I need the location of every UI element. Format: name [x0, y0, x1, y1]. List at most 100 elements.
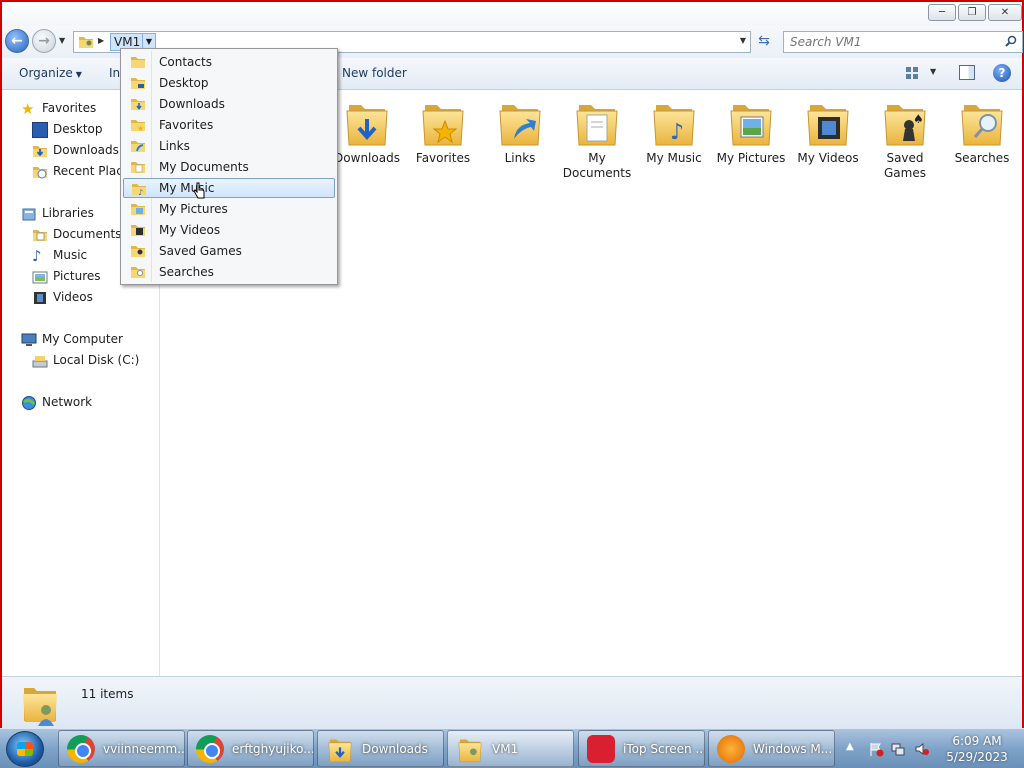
breadcrumb-separator-icon[interactable]: ▶: [98, 36, 104, 45]
nav-item-documents[interactable]: Documents: [32, 225, 121, 244]
back-button[interactable]: ←: [5, 29, 29, 53]
recent-pages-dropdown-icon[interactable]: ▼: [59, 36, 69, 46]
searches-folder-icon: [958, 97, 1006, 147]
network-status-icon[interactable]: [890, 741, 906, 757]
breadcrumb-dropdown-menu: Contacts Desktop Downloads ★ Favorites Li…: [120, 48, 338, 285]
documents-folder-icon: [130, 159, 146, 175]
menu-item-links[interactable]: Links: [123, 136, 335, 156]
preview-pane-icon[interactable]: [959, 65, 975, 80]
svg-text:♠: ♠: [913, 112, 924, 126]
music-folder-icon: ♪: [131, 181, 147, 197]
taskbar-button-windows-media[interactable]: Windows M...: [708, 730, 835, 767]
nav-item-label: Documents: [53, 227, 122, 241]
user-folder-icon: [456, 735, 484, 763]
menu-item-contacts[interactable]: Contacts: [123, 52, 335, 72]
folder-tile-my-videos[interactable]: My Videos: [790, 91, 866, 166]
music-note-icon: ♪: [32, 246, 42, 265]
organize-button[interactable]: Organize ▼: [19, 66, 82, 80]
folder-tile-my-documents[interactable]: My Documents: [559, 91, 635, 181]
search-box[interactable]: [783, 31, 1023, 53]
taskbar-button-chrome-1[interactable]: vviinneemm...: [58, 730, 185, 767]
folder-tile-favorites[interactable]: Favorites: [405, 91, 481, 166]
media-player-icon: [717, 734, 745, 763]
views-dropdown-icon[interactable]: ▼: [930, 67, 936, 76]
menu-item-my-documents[interactable]: My Documents: [123, 157, 335, 177]
nav-favorites-label: Favorites: [42, 101, 97, 115]
nav-item-local-disk[interactable]: Local Disk (C:): [32, 351, 139, 370]
nav-item-desktop[interactable]: Desktop: [32, 120, 103, 139]
taskbar-button-itop-screen[interactable]: iTop Screen ...: [578, 730, 705, 767]
forward-arrow-icon: →: [38, 33, 50, 49]
nav-item-downloads[interactable]: Downloads: [32, 141, 119, 160]
new-folder-button[interactable]: New folder: [342, 66, 407, 80]
folder-tile-downloads[interactable]: Downloads: [329, 91, 405, 166]
clock-date: 5/29/2023: [946, 750, 1008, 764]
nav-libraries-label: Libraries: [42, 206, 94, 220]
folder-tile-saved-games[interactable]: ♠ Saved Games: [867, 91, 943, 181]
menu-item-my-music[interactable]: ♪ My Music: [123, 178, 335, 198]
nav-libraries[interactable]: Libraries: [21, 204, 94, 223]
menu-item-label: Desktop: [159, 76, 209, 90]
search-input[interactable]: [790, 33, 990, 51]
include-in-library-button[interactable]: In: [109, 66, 120, 80]
system-clock[interactable]: 6:09 AM 5/29/2023: [942, 733, 1012, 765]
search-icon[interactable]: [1005, 35, 1017, 47]
star-icon: ★: [21, 99, 35, 118]
nav-item-label: Videos: [53, 290, 93, 304]
folder-label: Links: [504, 151, 536, 165]
close-button[interactable]: ✕: [988, 4, 1022, 21]
menu-item-my-pictures[interactable]: My Pictures: [123, 199, 335, 219]
menu-item-label: Favorites: [159, 118, 214, 132]
menu-item-my-videos[interactable]: My Videos: [123, 220, 335, 240]
refresh-icon[interactable]: ⇆: [754, 33, 774, 51]
taskbar-label: erftghyujiko...: [232, 741, 314, 756]
menu-item-downloads[interactable]: Downloads: [123, 94, 335, 114]
notification-area: ▲ 6:09 AM 5/29/2023: [842, 729, 1024, 768]
show-hidden-icons-icon[interactable]: ▲: [846, 741, 854, 752]
folder-label: Saved Games: [884, 151, 926, 180]
nav-favorites[interactable]: ★ Favorites: [21, 99, 96, 118]
minimize-button[interactable]: ─: [928, 4, 956, 21]
menu-item-favorites[interactable]: ★ Favorites: [123, 115, 335, 135]
documents-folder-icon: [573, 97, 621, 147]
folder-tile-searches[interactable]: Searches: [944, 91, 1020, 166]
menu-item-label: My Videos: [159, 223, 221, 237]
nav-item-pictures[interactable]: Pictures: [32, 267, 101, 286]
menu-item-label: Saved Games: [159, 244, 242, 258]
folder-tile-my-pictures[interactable]: My Pictures: [713, 91, 789, 166]
start-button[interactable]: [6, 731, 44, 767]
nav-item-music[interactable]: ♪ Music: [32, 246, 87, 265]
forward-button[interactable]: →: [32, 29, 56, 53]
caption-buttons: ─ ❐ ✕: [928, 4, 1022, 21]
menu-item-searches[interactable]: Searches: [123, 262, 335, 282]
action-center-flag-icon[interactable]: [868, 741, 884, 757]
change-view-icon[interactable]: [905, 66, 919, 80]
nav-item-videos[interactable]: Videos: [32, 288, 93, 307]
downloads-folder-icon: [343, 97, 391, 147]
pictures-folder-icon: [727, 97, 775, 147]
volume-muted-icon[interactable]: [914, 741, 930, 757]
folder-label: My Documents: [562, 151, 632, 180]
help-icon[interactable]: ?: [993, 64, 1011, 82]
folder-label: My Music: [646, 151, 702, 165]
nav-network[interactable]: Network: [21, 393, 92, 412]
folder-tile-my-music[interactable]: ♪ My Music: [636, 91, 712, 166]
address-history-dropdown-icon[interactable]: ▼: [740, 36, 746, 45]
downloads-folder-icon: [130, 96, 146, 112]
videos-folder-icon: [130, 222, 146, 238]
links-folder-icon: [496, 97, 544, 147]
maximize-button[interactable]: ❐: [958, 4, 986, 21]
hand-cursor-icon: [193, 182, 205, 199]
menu-item-desktop[interactable]: Desktop: [123, 73, 335, 93]
svg-text:★: ★: [137, 124, 144, 133]
taskbar-button-vm1[interactable]: VM1: [447, 730, 574, 767]
film-icon: [34, 291, 46, 304]
taskbar-button-chrome-2[interactable]: erftghyujiko...: [187, 730, 314, 767]
back-arrow-icon: ←: [11, 33, 23, 49]
folder-tile-links[interactable]: Links: [482, 91, 558, 166]
nav-my-computer[interactable]: My Computer: [21, 330, 123, 349]
menu-item-saved-games[interactable]: Saved Games: [123, 241, 335, 261]
chevron-down-icon: ▼: [75, 70, 82, 79]
network-icon: [22, 395, 36, 410]
taskbar-button-downloads[interactable]: Downloads: [317, 730, 444, 767]
